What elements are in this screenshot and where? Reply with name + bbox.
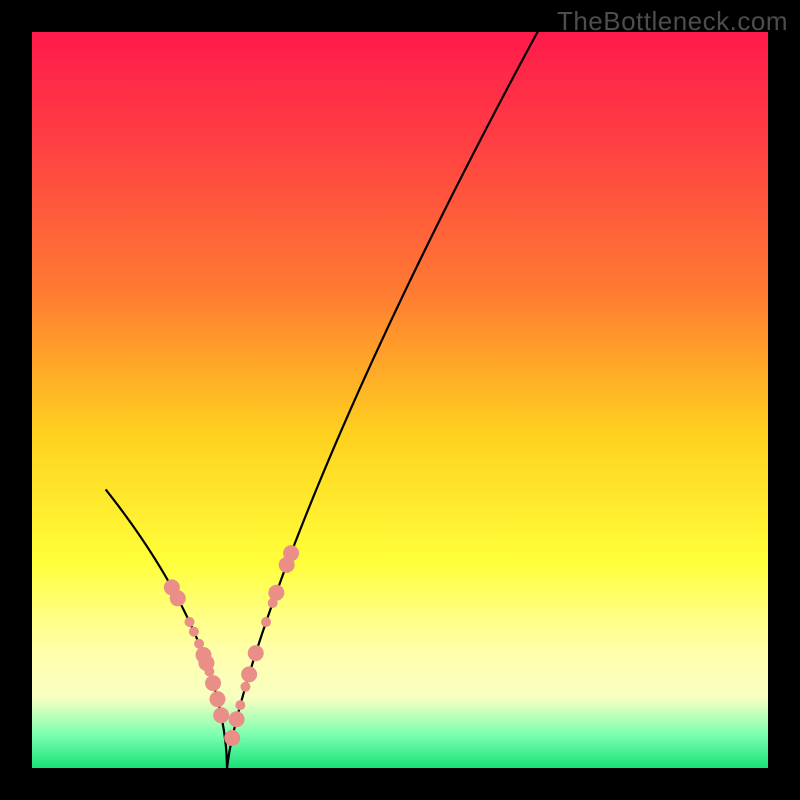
chart-frame: TheBottleneck.com [0, 0, 800, 800]
data-marker [204, 667, 214, 677]
data-marker [240, 682, 250, 692]
gradient-background [32, 32, 768, 768]
data-marker [261, 617, 271, 627]
data-marker [189, 627, 199, 637]
data-marker [205, 675, 221, 691]
data-marker [213, 707, 229, 723]
data-marker [268, 585, 284, 601]
data-marker [283, 545, 299, 561]
data-marker [185, 617, 195, 627]
data-marker [209, 691, 225, 707]
data-marker [248, 645, 264, 661]
data-marker [235, 700, 245, 710]
data-marker [241, 666, 257, 682]
chart-svg [32, 32, 768, 768]
data-marker [170, 590, 186, 606]
plot-area [32, 32, 768, 768]
data-marker [229, 711, 245, 727]
data-marker [224, 730, 240, 746]
watermark-text: TheBottleneck.com [557, 6, 788, 37]
